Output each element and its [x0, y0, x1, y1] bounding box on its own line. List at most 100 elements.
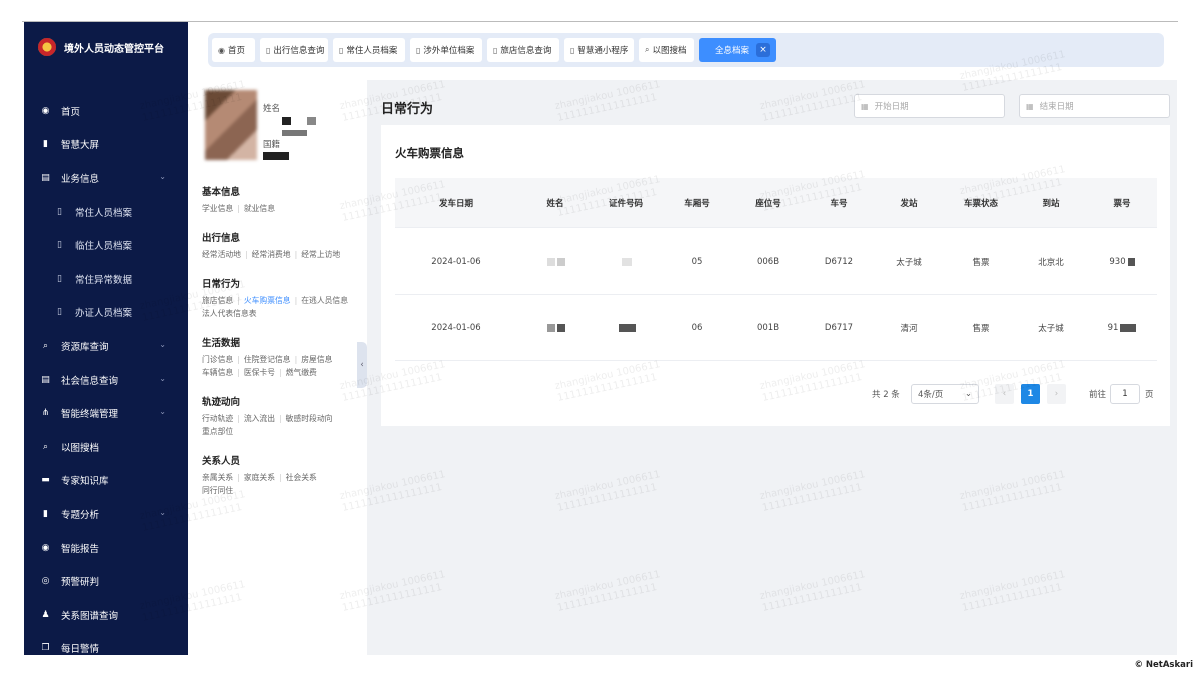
section-link[interactable]: 亲属关系 — [202, 473, 233, 482]
column-header[interactable]: 证件号码 — [591, 178, 661, 227]
sidebar-item[interactable]: ▯ 办证人员档案 — [24, 296, 188, 330]
section-link[interactable]: 经常活动地 — [202, 250, 241, 259]
section-link[interactable]: 火车购票信息 — [244, 296, 291, 305]
table-row[interactable]: 2024-01-06 05 006B D6712 太子城 售票 北京北 930 — [395, 229, 1157, 295]
section-link[interactable]: 同行同住 — [202, 486, 233, 495]
pagination: 共 2 条 4条/页 ⌄ ‹ 1 › 前往 1 页 — [381, 384, 1170, 404]
end-date-input[interactable]: ▦ 结束日期 — [1019, 94, 1170, 118]
collapse-panel-button[interactable]: ‹ — [357, 342, 367, 388]
link-separator: | — [279, 473, 282, 482]
section-link[interactable]: 在逃人员信息 — [301, 296, 348, 305]
section-link[interactable]: 医保卡号 — [244, 368, 275, 377]
section-link[interactable]: 房屋信息 — [301, 355, 332, 364]
sidebar-item[interactable]: ◉ 首页 — [24, 94, 188, 128]
link-separator: | — [237, 204, 240, 213]
sidebar-item[interactable]: ▯ 常住异常数据 — [24, 262, 188, 296]
sidebar-item[interactable]: ⋔ 智能终端管理 ⌄ — [24, 396, 188, 430]
section-link[interactable]: 学业信息 — [202, 204, 233, 213]
start-date-input[interactable]: ▦ 开始日期 — [854, 94, 1005, 118]
sidebar-item-label: 常住异常数据 — [75, 274, 133, 286]
sidebar-item[interactable]: ◎ 预警研判 — [24, 564, 188, 598]
sidebar-item[interactable]: ⌕ 以图搜档 — [24, 430, 188, 464]
tab[interactable]: ▯ 常住人员档案 — [333, 38, 405, 62]
column-header[interactable]: 发车日期 — [416, 178, 496, 227]
sidebar-item[interactable]: ▯ 临住人员档案 — [24, 228, 188, 262]
sidebar-item[interactable]: ⌕ 资源库查询 ⌄ — [24, 329, 188, 363]
sidebar-item[interactable]: ❐ 每日警情 — [24, 632, 188, 666]
cell-text: 91 — [1107, 322, 1119, 333]
sidebar-item[interactable]: ◉ 智能报告 — [24, 531, 188, 565]
section-link[interactable]: 家庭关系 — [244, 473, 275, 482]
bar-chart-icon: ▮ — [43, 139, 48, 150]
calendar-icon: ▦ — [861, 101, 869, 111]
sidebar-item-label: 智能报告 — [61, 543, 100, 555]
column-header[interactable]: 姓名 — [525, 178, 585, 227]
sidebar-item[interactable]: ▮ 智慧大屏 — [24, 128, 188, 162]
tab[interactable]: ▯ 旅店信息查询 — [487, 38, 559, 62]
redacted-name — [307, 117, 316, 125]
column-header[interactable]: 车厢号 — [672, 178, 722, 227]
section-link[interactable]: 流入流出 — [244, 414, 275, 423]
section-link[interactable]: 燃气缴费 — [286, 368, 317, 377]
column-header[interactable]: 票号 — [1097, 178, 1147, 227]
sidebar-item[interactable]: ▤ 业务信息 ⌄ — [24, 161, 188, 195]
cell-carriage: 05 — [672, 229, 722, 294]
section-link[interactable]: 就业信息 — [244, 204, 275, 213]
link-separator: | — [237, 414, 240, 423]
profile-section: 生活数据 门诊信息 | 住院登记信息 | 房屋信息 车辆信息 | 医保卡号 | 燃气缴费 — [202, 335, 362, 379]
redacted-block — [557, 257, 565, 266]
tab[interactable]: ▯ 涉外单位档案 — [410, 38, 482, 62]
cell-ticket: 930 — [1097, 229, 1147, 294]
section-link[interactable]: 住院登记信息 — [244, 355, 291, 364]
sidebar-item-label: 专家知识库 — [61, 476, 109, 488]
chevron-left-icon: ‹ — [360, 360, 364, 370]
section-link[interactable]: 车辆信息 — [202, 368, 233, 377]
link-separator: | — [237, 473, 240, 482]
prev-page-button[interactable]: ‹ — [995, 384, 1014, 404]
tab[interactable]: ▯ 出行信息查询 — [260, 38, 328, 62]
cell-name-redacted — [525, 295, 585, 360]
column-header[interactable]: 座位号 — [738, 178, 798, 227]
sidebar-item[interactable]: ♟ 关系图谱查询 — [24, 598, 188, 632]
page-size-select[interactable]: 4条/页 ⌄ — [911, 384, 979, 404]
sidebar-item[interactable]: ▤ 社会信息查询 ⌄ — [24, 363, 188, 397]
book-icon: ▯ — [570, 45, 575, 55]
cell-to: 太子城 — [1026, 295, 1076, 360]
redacted-block — [557, 323, 565, 332]
section-link[interactable]: 经常上访地 — [301, 250, 340, 259]
tab[interactable]: 全息档案 × — [699, 38, 776, 62]
tab[interactable]: ⌕ 以图搜档 — [639, 38, 694, 62]
sidebar-item[interactable]: ▮ 专题分析 ⌄ — [24, 497, 188, 531]
section-link[interactable]: 旅店信息 — [202, 296, 233, 305]
goto-page-input[interactable]: 1 — [1110, 384, 1140, 404]
users-icon: ♟ — [41, 609, 50, 620]
section-link[interactable]: 经常消费地 — [252, 250, 291, 259]
table-row[interactable]: 2024-01-06 06 001B D6717 清河 售票 太子城 91 — [395, 295, 1157, 361]
app-brand[interactable]: 境外人员动态管控平台 — [38, 38, 164, 56]
section-link[interactable]: 重点部位 — [202, 427, 233, 436]
sidebar-item[interactable]: ▬ 专家知识库 — [24, 464, 188, 498]
close-icon[interactable]: × — [756, 43, 770, 57]
next-page-button[interactable]: › — [1047, 384, 1066, 404]
section-link[interactable]: 法人代表信息表 — [202, 309, 257, 318]
message-icon: ▬ — [41, 475, 50, 486]
profile-panel: 姓名 国籍 基本信息 学业信息 | 就业信息 出行信息 经常活动地 | 经常消费地 | 经常上访地… — [197, 80, 362, 655]
column-header[interactable]: 车号 — [809, 178, 869, 227]
tab[interactable]: ▯ 智慧通小程序 — [564, 38, 634, 62]
cell-seat: 001B — [738, 295, 798, 360]
sidebar-item-label: 智慧大屏 — [61, 140, 100, 152]
tab[interactable]: ◉ 首页 — [212, 38, 255, 62]
column-header[interactable]: 车票状态 — [951, 178, 1011, 227]
sidebar-item-label: 临住人员档案 — [75, 241, 133, 253]
section-link[interactable]: 行动轨迹 — [202, 414, 233, 423]
cell-text: 太子城 — [1038, 323, 1064, 334]
section-link[interactable]: 敏感时段动向 — [286, 414, 333, 423]
page-button-current[interactable]: 1 — [1021, 384, 1040, 404]
sidebar-item-label: 关系图谱查询 — [61, 610, 119, 622]
sidebar-item-label: 办证人员档案 — [75, 308, 133, 320]
column-header[interactable]: 发站 — [884, 178, 934, 227]
section-link[interactable]: 社会关系 — [286, 473, 317, 482]
sidebar-item[interactable]: ▯ 常住人员档案 — [24, 195, 188, 229]
section-link[interactable]: 门诊信息 — [202, 355, 233, 364]
column-header[interactable]: 到站 — [1026, 178, 1076, 227]
